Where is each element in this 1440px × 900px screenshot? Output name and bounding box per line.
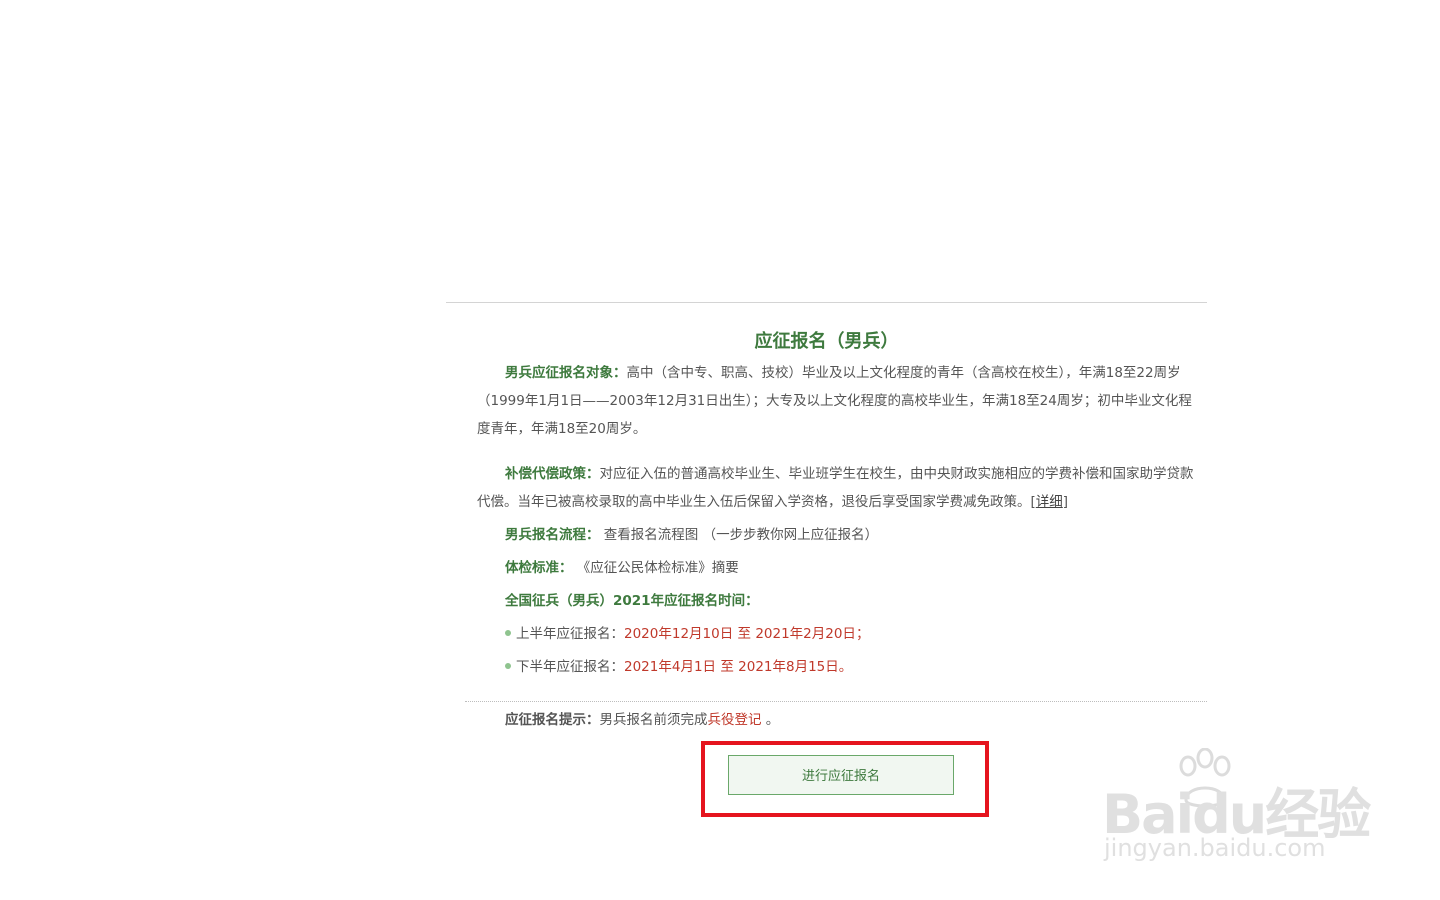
schedule-item-end: 2021年8月15日 bbox=[738, 659, 839, 675]
eligibility-paragraph: 男兵应征报名对象：高中（含中专、职高、技校）毕业及以上文化程度的青年（含高校在校… bbox=[477, 359, 1205, 443]
schedule-item-tail: ； bbox=[855, 626, 870, 642]
physical-standard-link[interactable]: 《应征公民体检标准》摘要 bbox=[577, 560, 739, 576]
schedule-item-sep: 至 bbox=[720, 659, 734, 675]
process-paren-open: （ bbox=[702, 527, 717, 543]
watermark-url: jingyan.baidu.com bbox=[1104, 834, 1326, 862]
process-label: 男兵报名流程： bbox=[505, 527, 600, 543]
tip-tail: 。 bbox=[765, 712, 780, 728]
eligibility-label: 男兵应征报名对象： bbox=[505, 365, 627, 381]
schedule-item-label: 上半年应征报名： bbox=[516, 626, 624, 642]
dotted-divider bbox=[465, 701, 1207, 702]
online-guide-link[interactable]: 一步步教你网上应征报名 bbox=[716, 527, 865, 543]
section-title: 应征报名（男兵） bbox=[754, 331, 899, 352]
baidu-jingyan-watermark: Baidu经验 jingyan.baidu.com bbox=[1100, 748, 1371, 866]
schedule-item-tail: 。 bbox=[838, 659, 853, 675]
compensation-label: 补偿代偿政策： bbox=[505, 466, 600, 482]
schedule-item-sep: 至 bbox=[737, 626, 752, 642]
tip-label: 应征报名提示： bbox=[505, 712, 600, 728]
bullet-dot-icon bbox=[505, 630, 511, 636]
schedule-item: 上半年应征报名：2020年12月10日 至 2021年2月20日； bbox=[505, 622, 869, 646]
tip-row: 应征报名提示：男兵报名前须完成兵役登记 。 bbox=[505, 708, 779, 732]
process-chart-link[interactable]: 查看报名流程图 bbox=[604, 527, 699, 543]
detail-link[interactable]: 详细 bbox=[1036, 494, 1063, 510]
physical-row: 体检标准： 《应征公民体检标准》摘要 bbox=[505, 554, 739, 582]
schedule-item-start: 2021年4月1日 bbox=[624, 659, 717, 675]
schedule-heading-row: 全国征兵（男兵）2021年应征报名时间： bbox=[505, 587, 759, 615]
process-paren-close: ） bbox=[864, 527, 879, 543]
physical-label: 体检标准： bbox=[505, 560, 573, 576]
schedule-item-start: 2020年12月10日 bbox=[624, 626, 734, 642]
registration-link[interactable]: 兵役登记 bbox=[708, 712, 762, 728]
top-divider bbox=[446, 302, 1207, 303]
schedule-item: 下半年应征报名：2021年4月1日 至 2021年8月15日。 bbox=[505, 655, 852, 679]
schedule-item-end: 2021年2月20日 bbox=[755, 626, 856, 642]
schedule-item-label: 下半年应征报名： bbox=[516, 659, 624, 675]
schedule-heading: 全国征兵（男兵）2021年应征报名时间： bbox=[505, 593, 759, 609]
detail-bracket-close: ] bbox=[1062, 494, 1069, 510]
compensation-paragraph: 补偿代偿政策：对应征入伍的普通高校毕业生、毕业班学生在校生，由中央财政实施相应的… bbox=[477, 460, 1205, 516]
apply-button[interactable]: 进行应征报名 bbox=[728, 755, 954, 795]
process-row: 男兵报名流程： 查看报名流程图 （一步步教你网上应征报名） bbox=[505, 521, 878, 549]
tip-text: 男兵报名前须完成 bbox=[599, 712, 708, 728]
bullet-dot-icon bbox=[505, 663, 511, 669]
